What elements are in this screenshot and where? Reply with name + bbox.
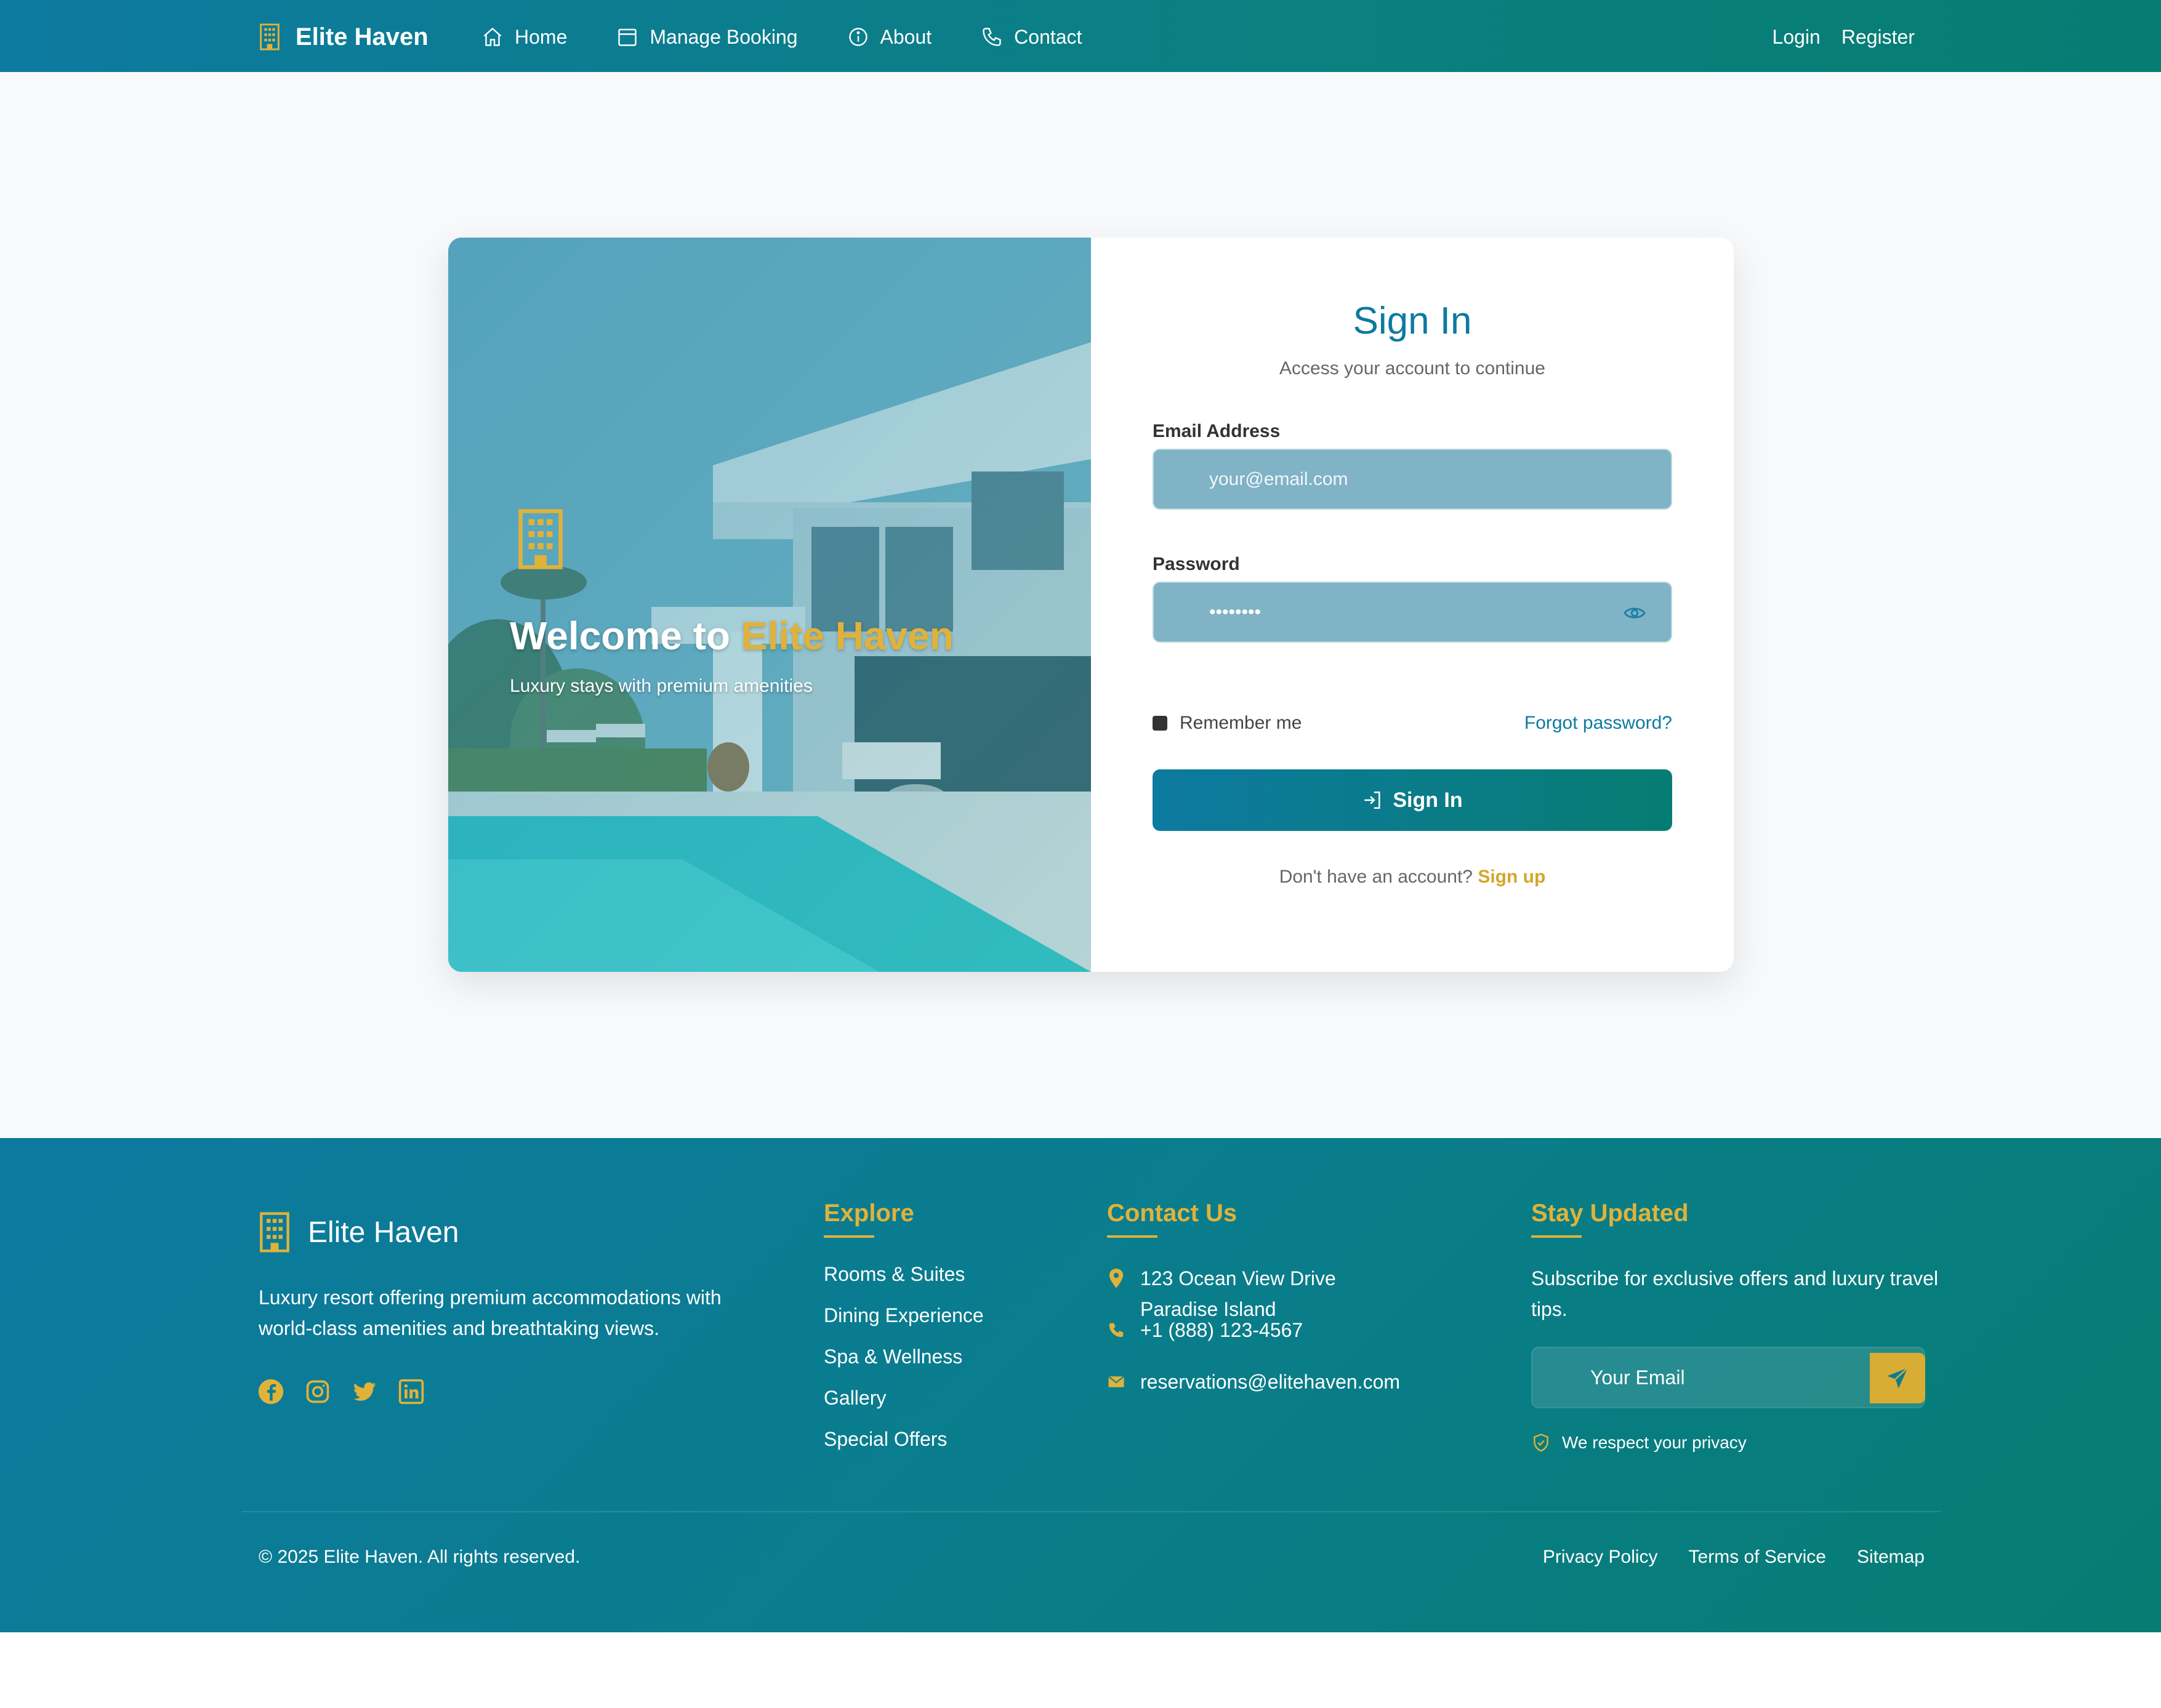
privacy-note: We respect your privacy: [1531, 1432, 1747, 1453]
email-field[interactable]: [1153, 449, 1672, 510]
password-field[interactable]: [1153, 582, 1672, 643]
forgot-password-link[interactable]: Forgot password?: [1524, 713, 1672, 734]
privacy-note-text: We respect your privacy: [1562, 1433, 1747, 1452]
top-navbar: Elite Haven Home Manage Booking About Co…: [0, 0, 2161, 72]
explore-link-gallery[interactable]: Gallery: [824, 1387, 984, 1428]
form-title: Sign In: [1353, 300, 1472, 342]
newsletter-submit-button[interactable]: [1870, 1353, 1925, 1403]
nav-manage-booking-label: Manage Booking: [650, 25, 798, 48]
hotel-building-icon: [518, 509, 563, 569]
explore-link-dining[interactable]: Dining Experience: [824, 1304, 984, 1345]
signup-prompt-text: Don't have an account?: [1279, 867, 1473, 887]
sign-in-form: Sign In Access your account to continue …: [1091, 238, 1734, 972]
sitemap-link[interactable]: Sitemap: [1857, 1547, 1925, 1568]
hero-title: Welcome to Elite Haven: [510, 613, 954, 659]
auth-links: Login Register: [1773, 18, 1915, 55]
register-link[interactable]: Register: [1841, 26, 1915, 49]
envelope-icon: [1108, 1376, 1125, 1387]
contact-heading: Contact Us: [1107, 1200, 1237, 1238]
password-label: Password: [1153, 554, 1240, 574]
signup-link[interactable]: Sign up: [1478, 867, 1545, 887]
newsletter-email-input[interactable]: [1590, 1348, 1886, 1407]
explore-links: Rooms & Suites Dining Experience Spa & W…: [824, 1263, 984, 1469]
twitter-icon[interactable]: [351, 1378, 378, 1405]
hero-overlay: [448, 238, 1091, 972]
contact-phone[interactable]: +1 (888) 123-4567: [1107, 1315, 1303, 1345]
phone-icon: [1109, 1323, 1124, 1337]
email-label: Email Address: [1153, 421, 1281, 441]
remember-label: Remember me: [1180, 713, 1302, 733]
send-icon: [1887, 1367, 1909, 1389]
login-link[interactable]: Login: [1773, 26, 1821, 49]
footer-divider: [242, 1511, 1941, 1512]
linkedin-icon[interactable]: [398, 1378, 425, 1405]
nav-home-label: Home: [515, 25, 568, 48]
nav-contact[interactable]: Contact: [981, 26, 1082, 49]
nav-about-label: About: [880, 25, 932, 48]
main-content: Welcome to Elite Haven Luxury stays with…: [0, 72, 2161, 1138]
contact-email-address: reservations@elitehaven.com: [1140, 1371, 1401, 1393]
explore-link-rooms[interactable]: Rooms & Suites: [824, 1263, 984, 1304]
terms-of-service-link[interactable]: Terms of Service: [1689, 1547, 1826, 1568]
nav-contact-label: Contact: [1014, 25, 1082, 48]
newsletter-heading: Stay Updated: [1531, 1200, 1689, 1238]
hotel-building-icon: [260, 1212, 289, 1253]
site-footer: Elite Haven Luxury resort offering premi…: [0, 1138, 2161, 1632]
shield-check-icon: [1534, 1433, 1548, 1452]
remember-checkbox[interactable]: [1153, 716, 1167, 731]
email-input[interactable]: [1209, 450, 1628, 508]
copyright: © 2025 Elite Haven. All rights reserved.: [259, 1547, 581, 1567]
nav-manage-booking[interactable]: Manage Booking: [616, 25, 798, 49]
social-links: [257, 1378, 425, 1405]
hero-subtitle: Luxury stays with premium amenities: [510, 676, 813, 696]
map-pin-icon: [1109, 1269, 1124, 1288]
main-nav: Home Manage Booking About Contact: [481, 18, 1082, 55]
remember-me[interactable]: Remember me: [1153, 713, 1302, 734]
brand-name: Elite Haven: [296, 23, 429, 50]
form-subtitle: Access your account to continue: [1279, 358, 1545, 379]
brand[interactable]: Elite Haven: [259, 18, 429, 55]
password-input[interactable]: [1209, 583, 1628, 641]
hero-image-panel: Welcome to Elite Haven Luxury stays with…: [448, 238, 1091, 972]
home-icon: [483, 27, 502, 46]
newsletter-description: Subscribe for exclusive offers and luxur…: [1531, 1267, 1939, 1320]
explore-link-offers[interactable]: Special Offers: [824, 1428, 984, 1469]
legal-links: Privacy Policy Terms of Service Sitemap: [1543, 1547, 1925, 1568]
hotel-building-icon: [260, 23, 280, 50]
footer-description: Luxury resort offering premium accommoda…: [259, 1286, 722, 1339]
instagram-icon[interactable]: [304, 1378, 331, 1405]
nav-about[interactable]: About: [847, 26, 932, 49]
login-icon: [1364, 791, 1380, 809]
calendar-icon: [618, 28, 637, 46]
privacy-policy-link[interactable]: Privacy Policy: [1543, 1547, 1658, 1568]
hero-title-prefix: Welcome to: [510, 614, 730, 658]
address-line-1: 123 Ocean View Drive: [1140, 1267, 1336, 1289]
facebook-icon[interactable]: [257, 1378, 284, 1405]
hero-title-accent: Elite Haven: [741, 614, 954, 658]
footer-brand-name: Elite Haven: [308, 1216, 459, 1249]
explore-link-spa[interactable]: Spa & Wellness: [824, 1345, 984, 1387]
sign-in-button[interactable]: Sign In: [1153, 769, 1672, 831]
sign-in-button-label: Sign In: [1393, 788, 1463, 812]
nav-home[interactable]: Home: [481, 26, 567, 49]
footer-brand: Elite Haven: [259, 1211, 459, 1254]
newsletter-email-field[interactable]: [1531, 1347, 1925, 1408]
signup-prompt: Don't have an account? Sign up: [1091, 867, 1734, 888]
contact-email[interactable]: reservations@elitehaven.com: [1107, 1366, 1400, 1397]
eye-icon[interactable]: [1623, 601, 1646, 625]
info-icon: [848, 28, 867, 46]
explore-heading: Explore: [824, 1200, 914, 1238]
phone-icon: [983, 28, 1001, 46]
login-card: Welcome to Elite Haven Luxury stays with…: [448, 238, 1734, 972]
contact-phone-number: +1 (888) 123-4567: [1140, 1319, 1303, 1341]
